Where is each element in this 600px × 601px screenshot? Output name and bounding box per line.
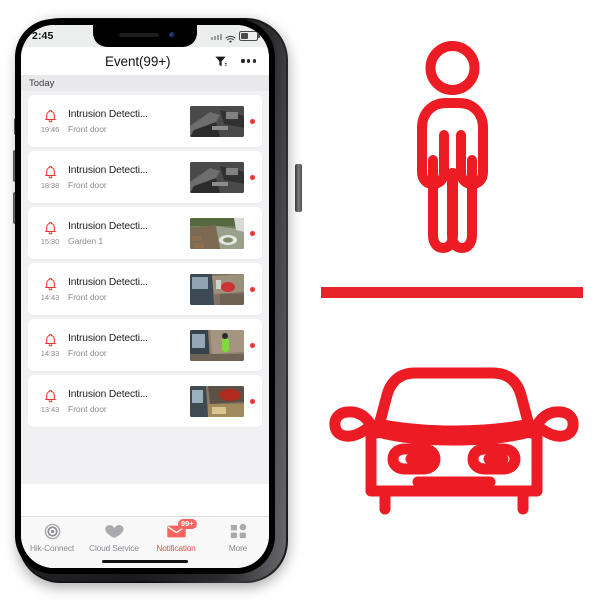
event-card[interactable]: 19:46 Intrusion Detecti... Front door [28,95,262,147]
event-channel: Front door [68,403,107,414]
event-thumbnail[interactable] [190,161,244,193]
event-time: 14:43 [40,292,60,302]
home-indicator [102,559,188,563]
signal-icon [211,32,222,40]
phone-notch [93,25,197,47]
event-meta: 18:38 [35,165,65,190]
event-meta: 14:33 [35,333,65,358]
event-card[interactable]: 15:30 Intrusion Detecti... Garden 1 [28,207,262,259]
red-divider-bar [321,287,583,298]
tab-label: More [228,543,248,553]
event-thumbnail[interactable] [190,385,244,417]
unread-dot [250,398,255,404]
tab-cloud-service[interactable]: Cloud Service [83,522,145,553]
event-time: 15:30 [40,236,60,246]
screenshot-canvas: 2:45 Event(99+) Today 19:46 Intrusion De… [0,0,600,601]
event-time: 14:33 [40,348,60,358]
bell-icon [44,277,57,291]
status-bar: 2:45 [21,25,269,47]
wifi-icon [225,32,236,44]
power-button[interactable] [295,164,302,212]
filter-icon[interactable] [214,55,228,68]
event-channel: Front door [68,291,107,302]
event-title: Intrusion Detecti... [68,388,148,400]
event-list[interactable]: Today 19:46 Intrusion Detecti... Front d… [21,75,269,484]
camera-lens-icon [44,522,61,540]
event-title: Intrusion Detecti... [68,276,148,288]
event-text: Intrusion Detecti... Front door [65,389,190,414]
bell-icon [44,165,57,179]
phone-mockup: 2:45 Event(99+) Today 19:46 Intrusion De… [10,14,305,586]
event-title: Intrusion Detecti... [68,108,148,120]
bell-icon [44,389,57,403]
person-pictogram [400,40,505,255]
cloud-icon [104,522,124,540]
event-channel: Front door [68,179,107,190]
unread-dot [250,342,255,348]
bell-icon [44,333,57,347]
event-thumbnail[interactable] [190,273,244,305]
tab-label: Cloud Service [89,543,139,553]
bottom-tab-bar[interactable]: Hik-Connect Cloud Service 99+ Notificatio… [21,516,269,568]
event-title: Intrusion Detecti... [68,332,148,344]
notification-badge: 99+ [177,519,198,529]
event-meta: 14:43 [35,277,65,302]
front-camera [169,32,175,38]
pictogram-panel [305,0,600,601]
event-time: 19:46 [40,124,60,134]
event-card-container: 19:46 Intrusion Detecti... Front door 18… [21,95,269,427]
event-thumbnail[interactable] [190,329,244,361]
phone-bezel: 2:45 Event(99+) Today 19:46 Intrusion De… [15,19,275,574]
status-bar-indicators [211,30,260,44]
event-card[interactable]: 14:43 Intrusion Detecti... Front door [28,263,262,315]
event-text: Intrusion Detecti... Front door [65,333,190,358]
header-actions [214,55,269,68]
earpiece-speaker [119,33,159,37]
event-title: Intrusion Detecti... [68,164,148,176]
unread-dot [250,174,255,180]
event-channel: Front door [68,347,107,358]
event-title: Intrusion Detecti... [68,220,148,232]
status-bar-time: 2:45 [32,30,54,42]
event-channel: Front door [68,123,107,134]
event-thumbnail[interactable] [190,105,244,137]
app-header: Event(99+) [21,47,269,75]
event-text: Intrusion Detecti... Garden 1 [65,221,190,246]
event-text: Intrusion Detecti... Front door [65,277,190,302]
event-channel: Garden 1 [68,235,104,246]
battery-icon [239,30,260,42]
event-text: Intrusion Detecti... Front door [65,165,190,190]
more-options-icon[interactable] [241,59,256,63]
tab-more[interactable]: More [207,522,269,553]
event-meta: 15:30 [35,221,65,246]
event-time: 13:43 [40,404,60,414]
phone-screen: 2:45 Event(99+) Today 19:46 Intrusion De… [21,25,269,568]
event-thumbnail[interactable] [190,217,244,249]
tab-notification[interactable]: 99+ Notification [145,519,207,553]
tab-container: Hik-Connect Cloud Service 99+ Notificatio… [21,519,269,553]
event-card[interactable]: 14:33 Intrusion Detecti... Front door [28,319,262,371]
page-title: Event(99+) [105,53,171,69]
tab-label: Notification [156,543,196,553]
event-meta: 13:43 [35,389,65,414]
envelope-icon: 99+ [166,519,198,540]
unread-dot [250,286,255,292]
bell-icon [44,109,57,123]
event-card[interactable]: 18:38 Intrusion Detecti... Front door [28,151,262,203]
event-time: 18:38 [40,180,60,190]
car-front-pictogram [325,355,583,515]
tab-label: Hik-Connect [30,543,74,553]
tab-hik-connect[interactable]: Hik-Connect [21,522,83,553]
event-card[interactable]: 13:43 Intrusion Detecti... Front door [28,375,262,427]
unread-dot [250,118,255,124]
day-section-header: Today [21,75,269,91]
event-text: Intrusion Detecti... Front door [65,109,190,134]
unread-dot [250,230,255,236]
grid-more-icon [230,522,247,540]
event-meta: 19:46 [35,109,65,134]
bell-icon [44,221,57,235]
